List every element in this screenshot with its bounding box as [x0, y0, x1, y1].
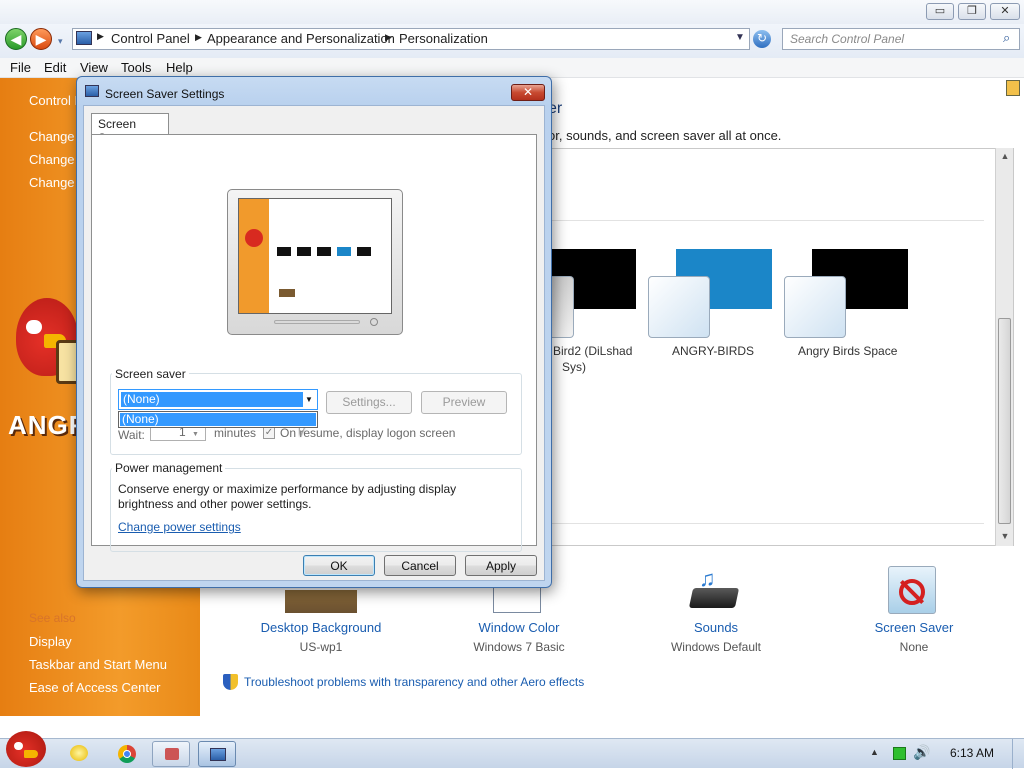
change-power-settings-link[interactable]: Change power settings	[118, 520, 241, 534]
tile-desktop-background[interactable]: Desktop Background	[250, 620, 392, 635]
start-button[interactable]	[6, 731, 46, 767]
theme-name-angry-birds[interactable]: ANGRY-BIRDS	[672, 344, 754, 358]
address-field[interactable]: ▶ Control Panel ▶ Appearance and Persona…	[72, 28, 750, 50]
theme-window-preview	[784, 276, 846, 338]
tile-sounds[interactable]: Sounds	[645, 620, 787, 635]
breadcrumb-appearance[interactable]: Appearance and Personalization	[207, 31, 395, 46]
theme-window-preview	[552, 276, 574, 338]
themes-scrollbar[interactable]: ▲ ▼	[995, 148, 1013, 546]
history-dropdown-icon[interactable]: ▾	[58, 36, 63, 47]
volume-icon[interactable]: 🔊	[913, 744, 930, 761]
power-description-line2: brightness and other power settings.	[118, 497, 312, 511]
screensaver-group-label: Screen saver	[112, 367, 189, 381]
chevron-down-icon[interactable]: ▼	[303, 392, 315, 407]
resume-logon-label: On resume, display logon screen	[280, 426, 456, 440]
resume-logon-checkbox[interactable]: ✓	[263, 427, 275, 439]
restore-button[interactable]: ❐	[958, 3, 986, 20]
theme-sub-dilshad: Sys)	[562, 360, 586, 374]
sounds-icon[interactable]: ♫	[688, 566, 740, 614]
power-management-label: Power management	[112, 461, 226, 475]
minimize-button[interactable]: ▭	[926, 3, 954, 20]
monitor-preview-screen	[238, 198, 392, 314]
screen-saver-dialog: Screen Saver Settings ✕ Screen Saver Scr…	[76, 76, 552, 588]
tile-sounds-value: Windows Default	[670, 640, 762, 654]
page-subtitle-fragment: or, sounds, and screen saver all at once…	[548, 128, 782, 143]
see-also-ease-of-access[interactable]: Ease of Access Center	[29, 680, 161, 695]
taskbar-app-button[interactable]	[152, 741, 190, 767]
refresh-icon[interactable]: ↻	[753, 30, 771, 48]
menu-tools[interactable]: Tools	[121, 60, 151, 75]
taskbar-clock[interactable]: 6:13 AM	[950, 746, 994, 760]
scroll-up-icon[interactable]: ▲	[997, 148, 1013, 164]
themes-divider	[552, 220, 984, 221]
forward-arrow-icon[interactable]: ▶	[30, 28, 52, 50]
minutes-label: minutes	[214, 426, 257, 440]
dropdown-option-none[interactable]: (None)	[120, 413, 316, 426]
see-also-label: See also	[29, 611, 76, 625]
theme-window-preview	[648, 276, 710, 338]
tile-window-color[interactable]: Window Color	[448, 620, 590, 635]
breadcrumb-control-panel[interactable]: Control Panel	[111, 31, 190, 46]
show-desktop-button[interactable]	[1012, 739, 1024, 769]
screensaver-selected-value: (None)	[121, 392, 303, 407]
tile-window-color-value: Windows 7 Basic	[473, 640, 565, 654]
address-dropdown-icon[interactable]: ▼	[735, 32, 745, 43]
see-also-taskbar[interactable]: Taskbar and Start Menu	[29, 657, 167, 672]
breadcrumb-arrow-icon: ▶	[385, 32, 392, 42]
scroll-thumb[interactable]	[998, 318, 1011, 524]
breadcrumb-arrow-icon: ▶	[97, 31, 104, 41]
search-icon[interactable]: ⌕	[1003, 30, 1010, 46]
breadcrumb-arrow-icon: ▶	[195, 32, 202, 42]
close-window-button[interactable]: ✕	[990, 3, 1020, 20]
dialog-title: Screen Saver Settings	[105, 87, 225, 101]
scroll-down-icon[interactable]: ▼	[997, 528, 1013, 544]
menu-edit[interactable]: Edit	[44, 60, 66, 75]
cancel-button[interactable]: Cancel	[384, 555, 456, 576]
wait-label: Wait:	[118, 428, 145, 442]
window-titlebar: ▭ ❐ ✕	[0, 0, 1024, 24]
control-panel-icon	[76, 31, 92, 45]
power-description-line1: Conserve energy or maximize performance …	[118, 482, 457, 496]
ok-button[interactable]: OK	[303, 555, 375, 576]
screensaver-dropdown-list[interactable]: (None)	[118, 411, 318, 428]
monitor-preview	[227, 189, 403, 335]
explorer-taskbar-icon[interactable]	[70, 745, 88, 761]
back-arrow-icon[interactable]: ◀	[5, 28, 27, 50]
menu-help[interactable]: Help	[166, 60, 193, 75]
see-also-display[interactable]: Display	[29, 634, 72, 649]
breadcrumb-personalization[interactable]: Personalization	[399, 31, 488, 46]
search-input[interactable]: Search Control Panel ⌕	[782, 28, 1020, 50]
stepper-down-icon[interactable]: ▼	[192, 431, 199, 438]
screen-saver-icon[interactable]	[888, 566, 936, 614]
search-placeholder: Search Control Panel	[790, 32, 905, 46]
menu-view[interactable]: View	[80, 60, 108, 75]
tile-screen-saver-value: None	[899, 640, 929, 654]
tab-panel: Screen saver (None) ▼ (None) Settings...…	[91, 134, 537, 552]
desktop-background-thumb[interactable]	[285, 590, 357, 613]
dialog-close-button[interactable]: ✕	[511, 84, 545, 101]
shield-icon	[223, 674, 238, 690]
taskbar-control-panel-button[interactable]	[198, 741, 236, 767]
theme-name-angry-birds-space[interactable]: Angry Birds Space	[798, 344, 897, 358]
address-bar-area: ◀ ▶ ▾ ▶ Control Panel ▶ Appearance and P…	[0, 24, 1024, 58]
help-icon[interactable]	[1006, 80, 1020, 96]
tab-screen-saver[interactable]: Screen Saver	[91, 113, 169, 145]
network-icon[interactable]	[893, 747, 906, 760]
window-color-icon[interactable]	[493, 588, 541, 613]
taskbar: ▲ 🔊 6:13 AM	[0, 731, 1024, 769]
tile-desktop-background-value: US-wp1	[299, 640, 343, 654]
settings-button[interactable]: Settings...	[326, 391, 412, 414]
tile-screen-saver[interactable]: Screen Saver	[843, 620, 985, 635]
theme-name-dilshad[interactable]: Bird2 (DiLshad	[553, 344, 632, 358]
preview-button[interactable]: Preview	[421, 391, 507, 414]
show-hidden-icons-icon[interactable]: ▲	[870, 747, 879, 757]
dialog-app-icon	[85, 85, 99, 97]
menu-bar: File Edit View Tools Help	[0, 58, 1024, 78]
menu-file[interactable]: File	[10, 60, 31, 75]
apply-button[interactable]: Apply	[465, 555, 537, 576]
troubleshoot-link[interactable]: Troubleshoot problems with transparency …	[244, 675, 584, 689]
themes-divider	[552, 523, 984, 524]
screensaver-select[interactable]: (None) ▼	[118, 389, 318, 410]
chrome-taskbar-icon[interactable]	[118, 745, 136, 763]
